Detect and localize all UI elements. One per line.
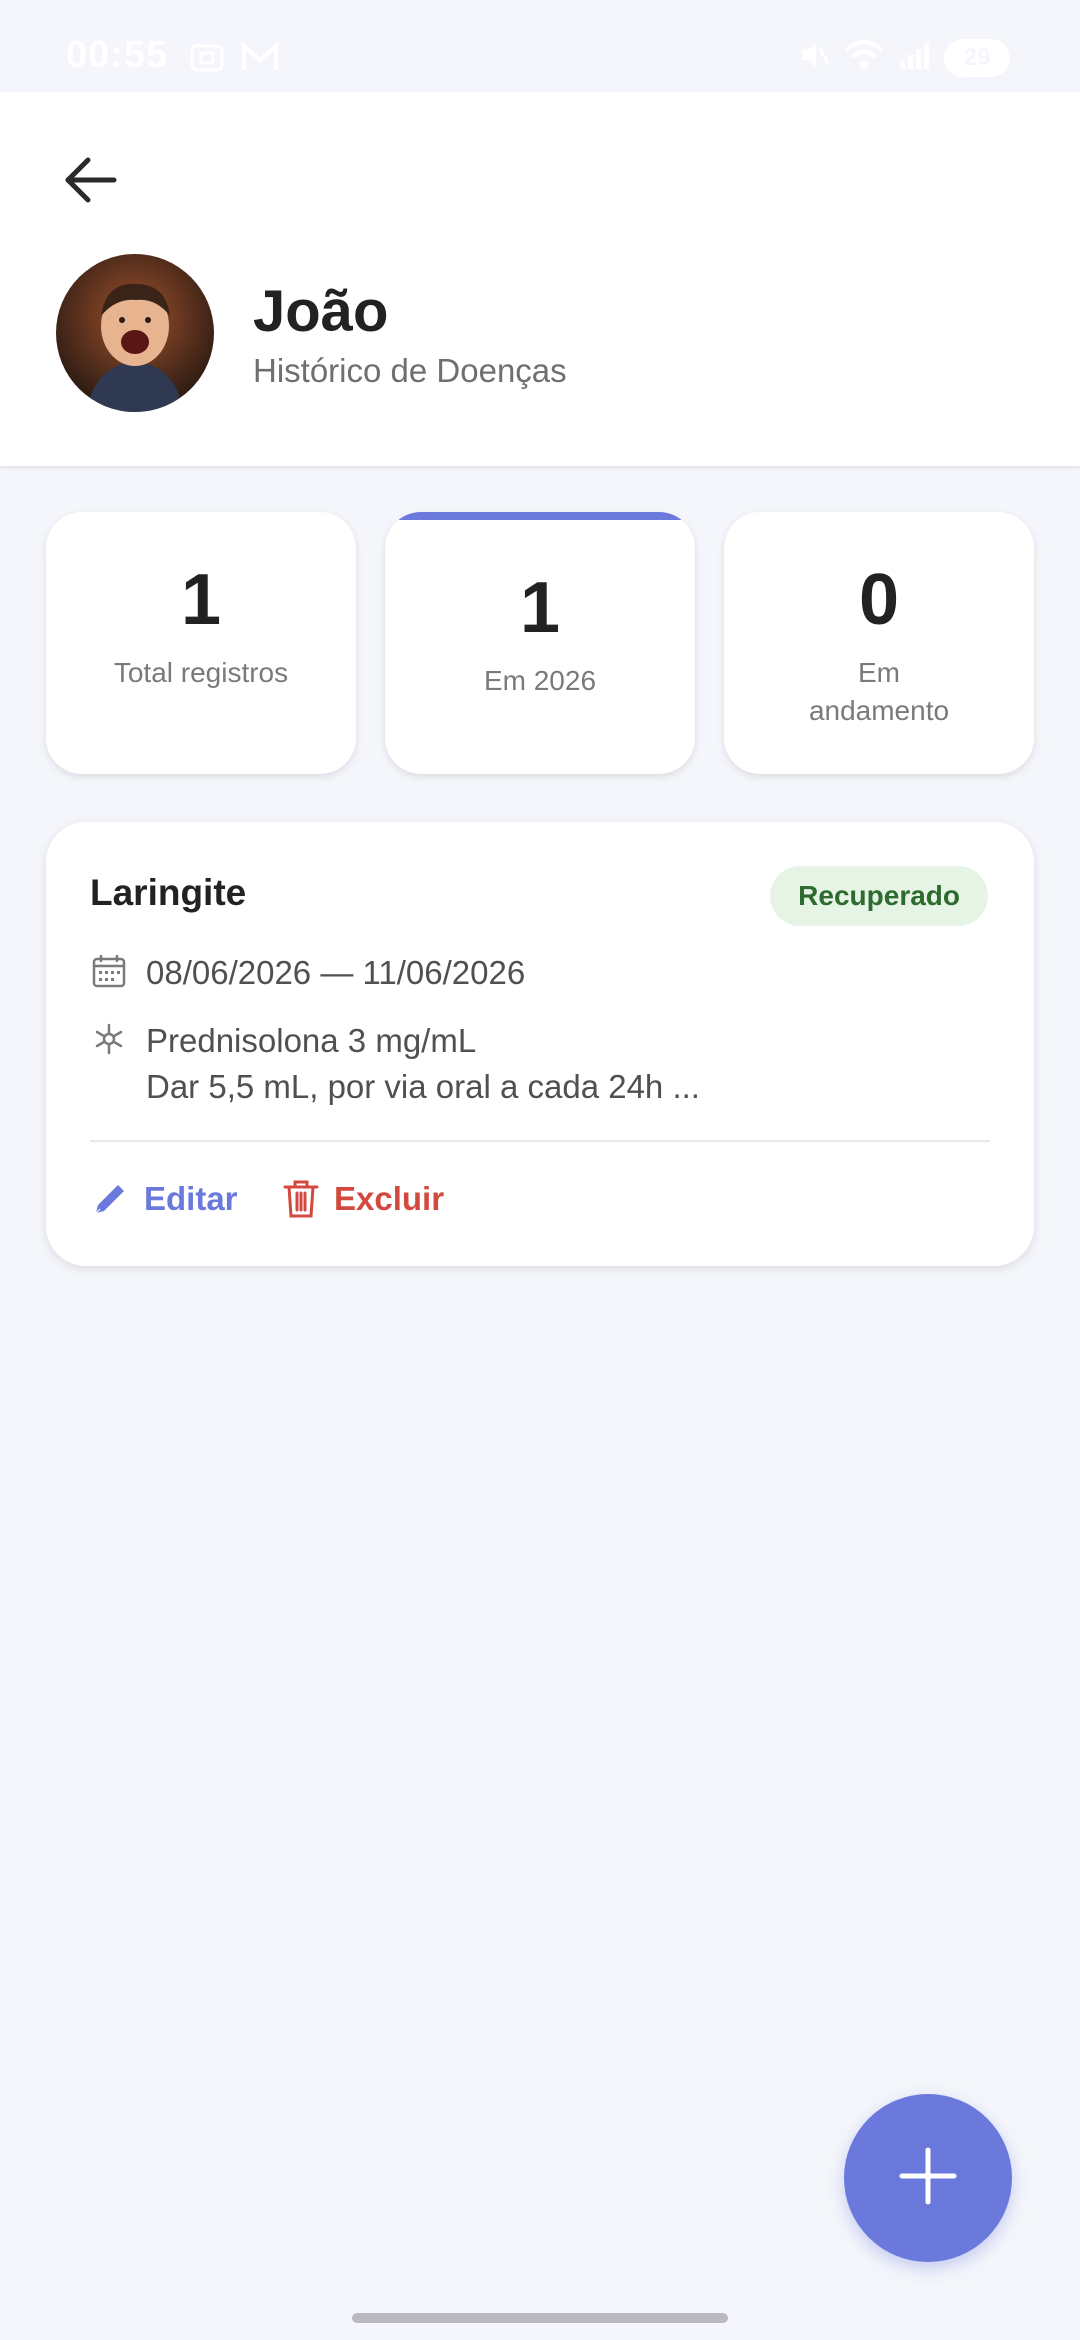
stat-value: 1 xyxy=(519,568,561,648)
arrow-left-icon xyxy=(62,155,118,210)
back-button[interactable] xyxy=(50,142,130,222)
illness-title: Laringite xyxy=(90,872,247,913)
signal-icon xyxy=(898,39,930,76)
edit-button[interactable]: Editar xyxy=(90,1166,238,1232)
illness-record-card[interactable]: Laringite Recuperado 08/06/2026 — 11/06/… xyxy=(46,822,1034,1266)
stat-card-total[interactable]: 1 Total registros xyxy=(46,512,356,774)
stat-label: Em 2026 xyxy=(483,665,597,696)
wifi-icon xyxy=(844,38,884,77)
profile-name: João xyxy=(253,279,389,344)
medication-name: Prednisolona 3 mg/mL xyxy=(146,1022,477,1059)
edit-label: Editar xyxy=(144,1180,238,1217)
calendar-icon xyxy=(90,952,128,990)
avatar xyxy=(56,254,214,412)
add-record-button[interactable] xyxy=(844,2094,1012,2262)
screenshot-icon xyxy=(188,40,226,81)
stat-card-ongoing[interactable]: 0 Em andamento xyxy=(724,512,1034,774)
stat-card-year[interactable]: 1 Em 2026 xyxy=(385,512,695,774)
gmail-icon xyxy=(240,40,280,81)
trash-icon xyxy=(282,1178,320,1220)
stat-value: 0 xyxy=(858,560,900,640)
status-badge: Recuperado xyxy=(770,866,988,926)
medication-dosage: Dar 5,5 mL, por via oral a cada 24h ... xyxy=(146,1068,700,1105)
date-range: 08/06/2026 — 11/06/2026 xyxy=(146,954,526,991)
mute-icon xyxy=(796,38,830,77)
plus-icon xyxy=(898,2146,958,2211)
delete-button[interactable]: Excluir xyxy=(282,1166,444,1232)
medication-icon xyxy=(90,1020,128,1058)
date-row: 08/06/2026 — 11/06/2026 xyxy=(90,950,525,996)
stat-value: 1 xyxy=(180,560,222,640)
status-time: 00:55 xyxy=(66,34,169,76)
medication-row: Prednisolona 3 mg/mL Dar 5,5 mL, por via… xyxy=(90,1018,700,1110)
profile-header: João Histórico de Doenças xyxy=(0,92,1080,466)
divider xyxy=(90,1140,990,1142)
status-bar: 00:55 29 xyxy=(0,0,1080,92)
battery-indicator: 29 xyxy=(944,38,1010,77)
pencil-icon xyxy=(90,1179,130,1219)
stat-label: Total registros xyxy=(113,657,289,688)
stat-label: Em andamento xyxy=(808,657,950,726)
home-indicator[interactable] xyxy=(352,2313,728,2323)
page-subtitle: Histórico de Doenças xyxy=(253,352,567,389)
delete-label: Excluir xyxy=(334,1180,445,1217)
